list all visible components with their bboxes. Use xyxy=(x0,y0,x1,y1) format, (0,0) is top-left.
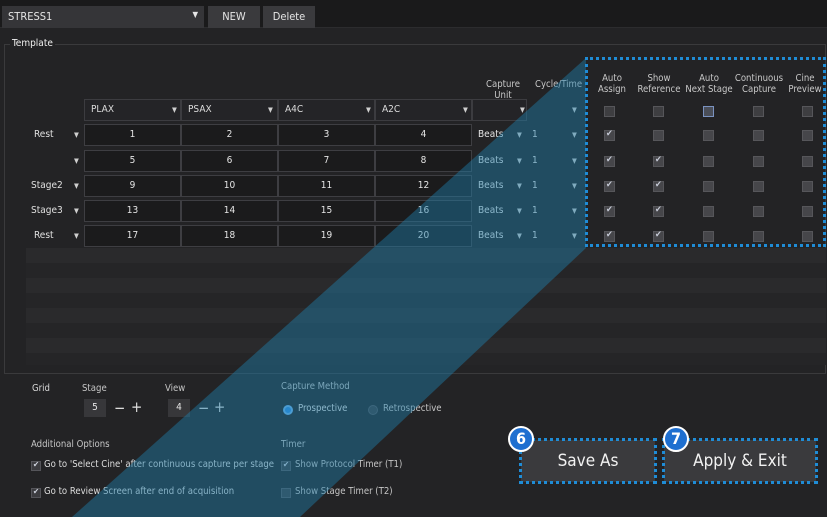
options-highlight xyxy=(585,57,826,247)
stress-template-window: STRESS1 ▼ NEW Delete Template Capture Un… xyxy=(0,0,827,517)
callout-badge-7: 7 xyxy=(663,426,689,452)
save-as-highlight xyxy=(519,438,657,484)
callout-badge-6: 6 xyxy=(508,426,534,452)
